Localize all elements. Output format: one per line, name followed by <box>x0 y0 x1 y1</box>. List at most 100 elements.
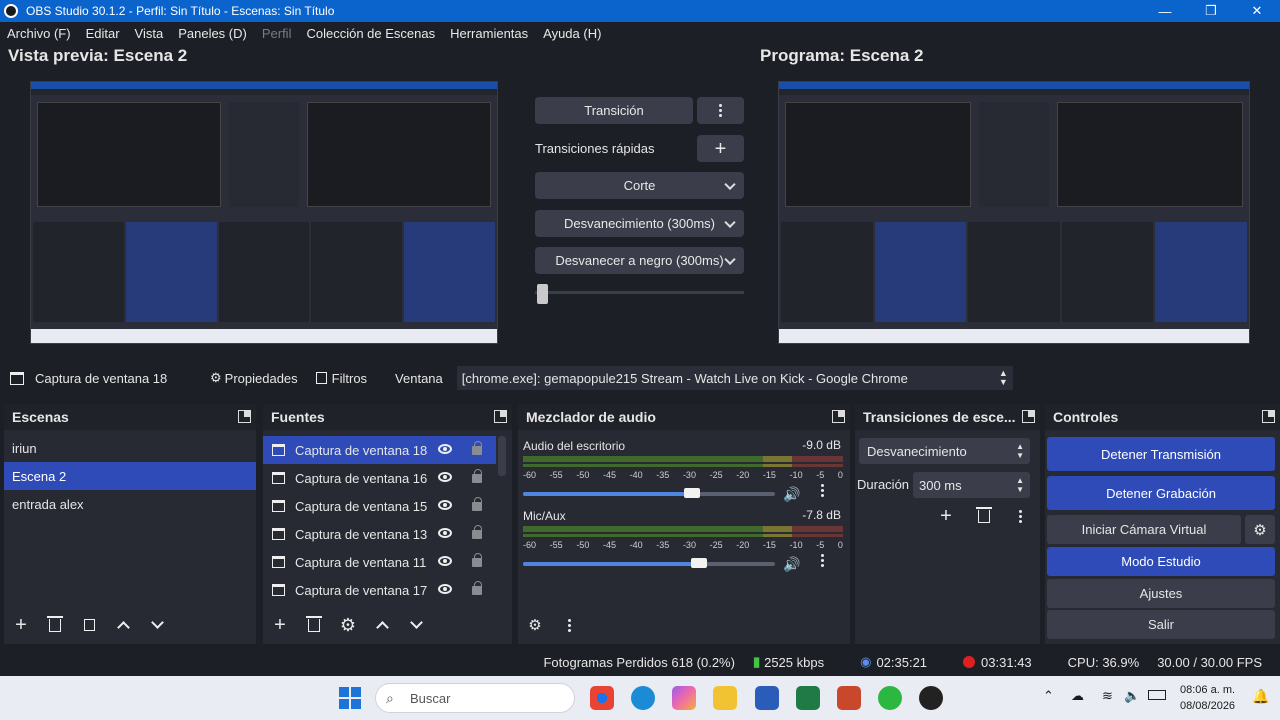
source-item[interactable]: Captura de ventana 15 <box>263 492 496 520</box>
add-source-button[interactable]: + <box>263 615 297 635</box>
t-bar-handle[interactable] <box>537 284 548 304</box>
lock-icon[interactable] <box>472 581 482 595</box>
volume-slider[interactable] <box>523 558 775 568</box>
stop-recording-button[interactable]: Detener Grabación <box>1047 476 1275 510</box>
menu-vista[interactable]: Vista <box>135 26 164 41</box>
mixer-menu-button[interactable] <box>552 618 586 632</box>
channel-menu-icon[interactable] <box>821 484 824 497</box>
wifi-icon[interactable]: ≋ <box>1102 688 1113 704</box>
obs-taskbar-icon[interactable] <box>919 686 943 710</box>
maximize-button[interactable]: ❐ <box>1188 0 1234 22</box>
menu-editar[interactable]: Editar <box>86 26 120 41</box>
speaker-icon[interactable]: 🔈 <box>1124 688 1140 704</box>
whatsapp-icon[interactable] <box>878 686 902 710</box>
source-item[interactable]: Captura de ventana 16 <box>263 464 496 492</box>
t-bar-slider[interactable] <box>535 284 744 304</box>
excel-icon[interactable] <box>796 686 820 710</box>
lock-icon[interactable] <box>472 441 482 455</box>
menu-archivo[interactable]: Archivo (F) <box>7 26 71 41</box>
move-scene-up-button[interactable] <box>106 618 140 634</box>
lock-icon[interactable] <box>472 497 482 511</box>
scene-item-selected[interactable]: Escena 2 <box>4 462 256 490</box>
lock-icon[interactable] <box>472 469 482 483</box>
speaker-icon[interactable]: 🔊 <box>783 556 800 573</box>
scene-filters-button[interactable] <box>72 619 106 631</box>
cloud-icon[interactable]: ☁ <box>1071 688 1084 704</box>
clock[interactable]: 08:06 a. m. 08/08/2026 <box>1180 682 1235 714</box>
chrome-icon[interactable] <box>590 686 614 710</box>
notification-bell-icon[interactable]: 🔔 <box>1252 688 1269 705</box>
lock-icon[interactable] <box>472 525 482 539</box>
menu-perfil[interactable]: Perfil <box>262 26 292 41</box>
source-properties-button[interactable]: ⚙ <box>331 615 365 636</box>
minimize-button[interactable]: — <box>1142 0 1188 22</box>
move-source-down-button[interactable] <box>399 616 433 632</box>
undock-icon[interactable] <box>1022 410 1035 423</box>
source-item[interactable]: Captura de ventana 13 <box>263 520 496 548</box>
powerpoint-icon[interactable] <box>837 686 861 710</box>
add-scene-button[interactable]: + <box>4 615 38 635</box>
undock-icon[interactable] <box>832 410 845 423</box>
windows-start-icon[interactable] <box>339 687 361 709</box>
eye-icon[interactable] <box>438 500 452 510</box>
source-item-selected[interactable]: Captura de ventana 18 <box>263 436 496 464</box>
volume-handle[interactable] <box>691 558 707 568</box>
exit-button[interactable]: Salir <box>1047 610 1275 639</box>
move-scene-down-button[interactable] <box>140 616 174 632</box>
speaker-icon[interactable]: 🔊 <box>783 486 800 503</box>
channel-menu-icon[interactable] <box>821 554 824 567</box>
undock-icon[interactable] <box>494 410 507 423</box>
transition-menu-button[interactable] <box>1003 504 1037 528</box>
remove-source-button[interactable] <box>297 615 331 632</box>
move-source-up-button[interactable] <box>365 618 399 634</box>
eye-icon[interactable] <box>438 584 452 594</box>
copilot-icon[interactable] <box>672 686 696 710</box>
transition-button[interactable]: Transición <box>535 97 693 124</box>
stop-streaming-button[interactable]: Detener Transmisión <box>1047 437 1275 471</box>
remove-transition-button[interactable] <box>965 504 1003 528</box>
close-button[interactable]: ✕ <box>1234 0 1280 22</box>
remove-scene-button[interactable] <box>38 615 72 632</box>
preview-canvas[interactable] <box>30 81 498 344</box>
eye-icon[interactable] <box>438 444 452 454</box>
add-transition-button[interactable]: + <box>927 504 965 528</box>
battery-icon[interactable] <box>1148 690 1166 700</box>
file-explorer-icon[interactable] <box>713 686 737 710</box>
transition-menu-button[interactable] <box>697 97 744 124</box>
menu-ayuda[interactable]: Ayuda (H) <box>543 26 601 41</box>
quick-transition-fade[interactable]: Desvanecimiento (300ms) <box>535 210 744 237</box>
edge-icon[interactable] <box>631 686 655 710</box>
duration-spinbox[interactable]: 300 ms ▲ ▼ <box>913 472 1030 498</box>
menu-coleccion[interactable]: Colección de Escenas <box>306 26 435 41</box>
properties-button[interactable]: ⚙ Propiedades <box>210 370 298 386</box>
filters-button[interactable]: Filtros <box>315 371 367 386</box>
source-item[interactable]: Captura de ventana 11 <box>263 548 496 576</box>
start-virtual-camera-button[interactable]: Iniciar Cámara Virtual <box>1047 515 1241 544</box>
add-quick-transition-button[interactable]: + <box>697 135 744 162</box>
virtual-camera-settings-button[interactable]: ⚙ <box>1245 515 1275 544</box>
quick-transition-fade-black[interactable]: Desvanecer a negro (300ms) <box>535 247 744 274</box>
scene-item[interactable]: entrada alex <box>4 490 256 518</box>
eye-icon[interactable] <box>438 472 452 482</box>
eye-icon[interactable] <box>438 556 452 566</box>
menu-herramientas[interactable]: Herramientas <box>450 26 528 41</box>
advanced-audio-button[interactable]: ⚙ <box>518 616 552 634</box>
volume-slider[interactable] <box>523 488 775 498</box>
volume-handle[interactable] <box>684 488 700 498</box>
source-item[interactable]: Captura de ventana 17 <box>263 576 496 604</box>
menu-paneles[interactable]: Paneles (D) <box>178 26 247 41</box>
taskbar-search-box[interactable]: ⌕ Buscar <box>375 683 575 713</box>
transition-type-select[interactable]: Desvanecimiento ▲ ▼ <box>859 438 1030 464</box>
scene-item[interactable]: iriun <box>4 434 256 462</box>
undock-icon[interactable] <box>238 410 251 423</box>
eye-icon[interactable] <box>438 528 452 538</box>
updown-icon[interactable]: ▲ ▼ <box>1016 476 1024 494</box>
sources-scrollbar[interactable] <box>498 436 506 476</box>
window-select[interactable]: [chrome.exe]: gemapopule215 Stream - Wat… <box>456 366 1013 390</box>
lock-icon[interactable] <box>472 553 482 567</box>
word-icon[interactable] <box>755 686 779 710</box>
settings-button[interactable]: Ajustes <box>1047 579 1275 608</box>
studio-mode-button[interactable]: Modo Estudio <box>1047 547 1275 576</box>
undock-icon[interactable] <box>1262 410 1275 423</box>
chevron-up-icon[interactable]: ⌃ <box>1043 688 1054 704</box>
